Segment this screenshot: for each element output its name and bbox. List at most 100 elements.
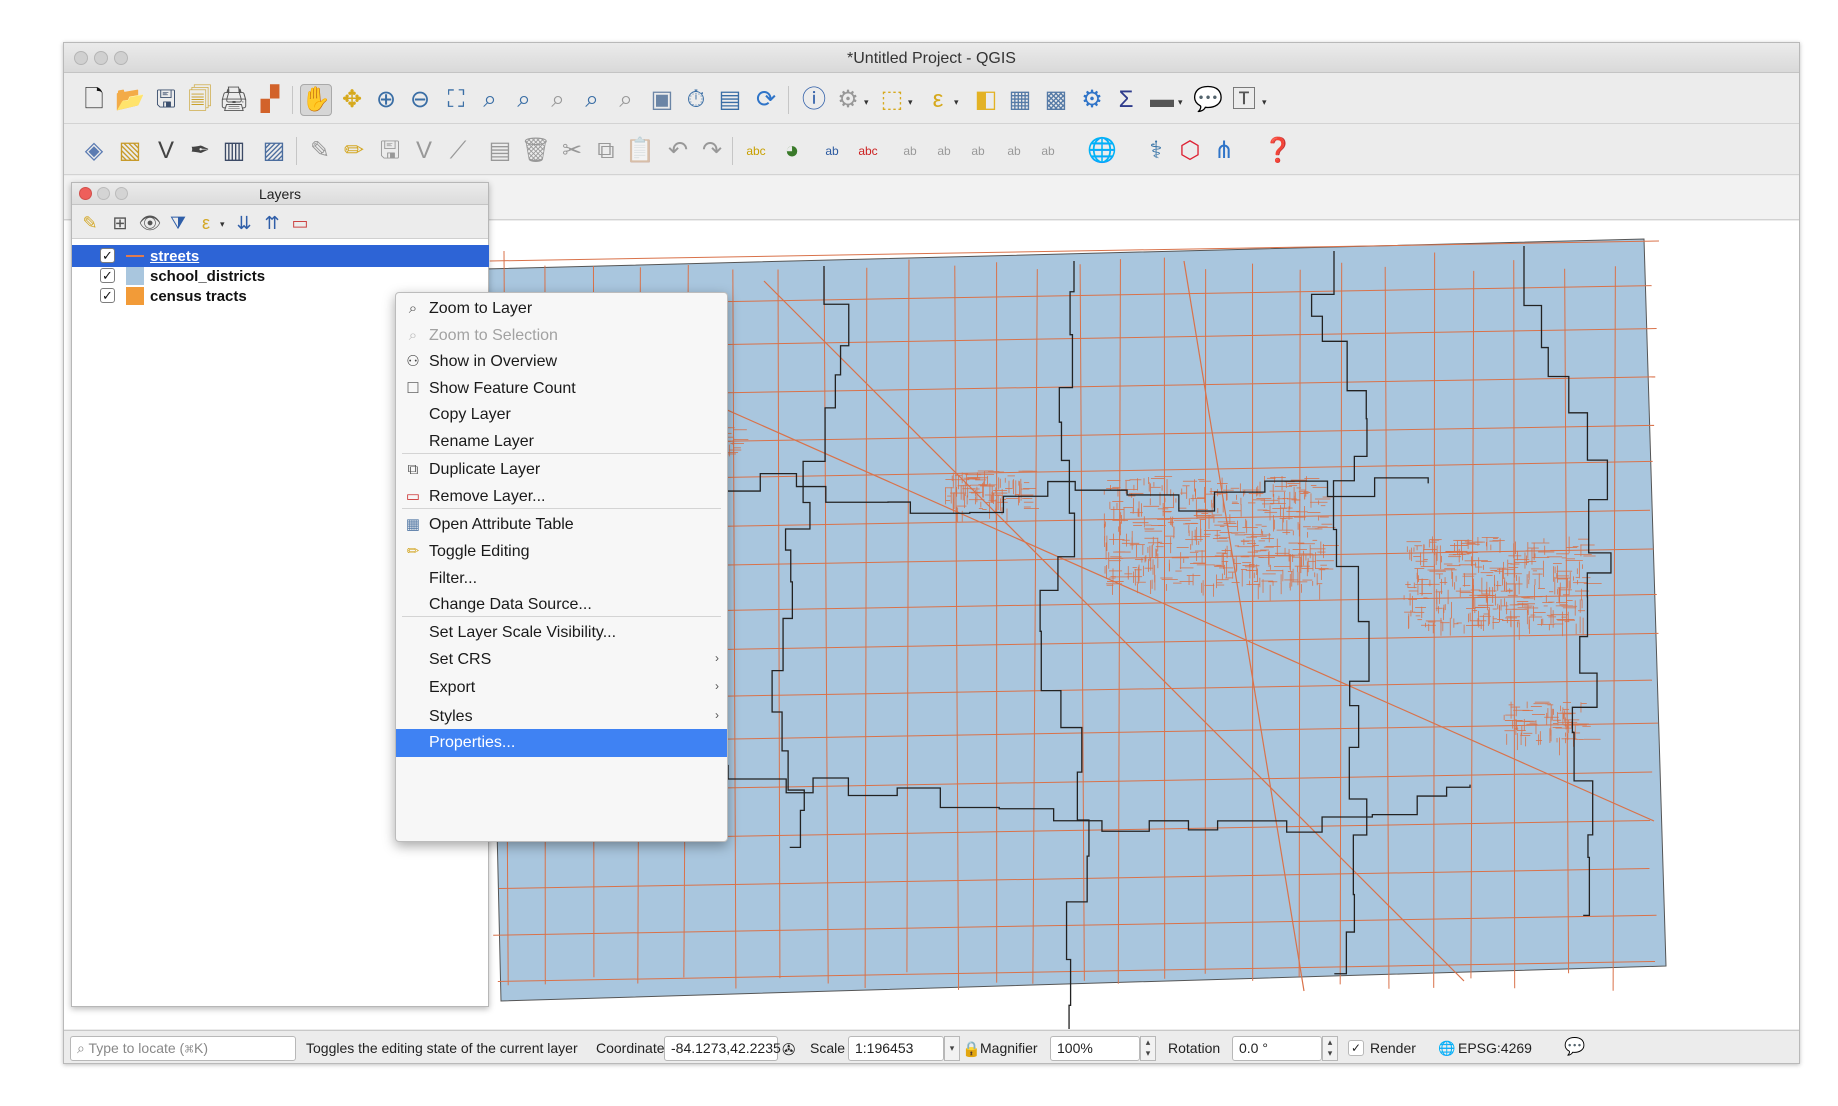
crs-globe-icon[interactable]: 🌐 [1438, 1040, 1455, 1057]
render-checkbox[interactable]: ✓ [1348, 1040, 1364, 1056]
highlight-labels-icon[interactable]: ab [816, 135, 848, 167]
style-manager-icon[interactable]: ▞ [254, 84, 286, 116]
filter-expression-icon[interactable]: ε [194, 211, 218, 235]
chevron-down-icon[interactable]: ▾ [864, 97, 874, 107]
layer-visibility-checkbox[interactable]: ✓ [100, 248, 115, 263]
save-as-icon[interactable]: 🗐 [184, 84, 216, 116]
zoom-native-icon[interactable]: ⌕ [542, 84, 574, 116]
layer-visibility-checkbox[interactable]: ✓ [100, 288, 115, 303]
filter-legend-icon[interactable]: ⧩ [166, 211, 190, 235]
label-tool-icon[interactable]: abc [740, 135, 772, 167]
crs-label[interactable]: EPSG:4269 [1458, 1040, 1532, 1056]
statistics-icon[interactable]: Σ [1110, 84, 1142, 116]
rotate-label-icon[interactable]: ab [962, 135, 994, 167]
menu-item-remove-layer[interactable]: ▭ Remove Layer... [396, 483, 727, 511]
close-panel-button[interactable] [79, 187, 92, 200]
actions-icon[interactable]: ⚙ [832, 84, 864, 116]
map-tips-icon[interactable]: 💬 [1192, 84, 1224, 116]
remove-layer-icon[interactable]: ▭ [288, 211, 312, 235]
processing-icon[interactable]: ⚙ [1076, 84, 1108, 116]
collapse-all-icon[interactable]: ⇈ [260, 211, 284, 235]
pan-to-selection-icon[interactable]: ✥ [336, 84, 368, 116]
magnifier-field[interactable]: 100% [1050, 1036, 1140, 1061]
scale-dropdown-icon[interactable]: ▾ [944, 1036, 960, 1061]
chevron-down-icon[interactable]: ▾ [954, 97, 964, 107]
menu-item-show-in-overview[interactable]: ⚇ Show in Overview [396, 348, 727, 376]
add-raster-layer-icon[interactable]: ▧ [114, 135, 146, 167]
zoom-in-icon[interactable]: ⊕ [370, 84, 402, 116]
chevron-down-icon[interactable]: ▾ [1178, 97, 1188, 107]
rotation-stepper[interactable]: ▴ ▾ [1322, 1036, 1338, 1061]
identify-icon[interactable]: ⓘ [798, 84, 830, 116]
menu-item-styles[interactable]: Styles › [396, 703, 727, 731]
zoom-out-icon[interactable]: ⊖ [404, 84, 436, 116]
diagram-tool-icon[interactable]: ◕ [776, 135, 808, 167]
zoom-to-layer-icon[interactable]: ⌕ [508, 84, 540, 116]
menu-item-export[interactable]: Export › [396, 674, 727, 702]
coordinate-field[interactable]: -84.1273,42.2235 [664, 1036, 781, 1061]
virtual-layer-icon[interactable]: ▥ [218, 135, 250, 167]
data-source-manager-icon[interactable]: ▨ [258, 135, 290, 167]
chevron-down-icon[interactable]: ▾ [220, 219, 230, 229]
redo-icon[interactable]: ↷ [696, 135, 728, 167]
zoom-to-selection-icon[interactable]: ⌕ [474, 84, 506, 116]
field-calculator-icon[interactable]: ▩ [1040, 84, 1072, 116]
layer-row[interactable]: ✓ streets [72, 245, 489, 267]
paste-features-icon[interactable]: 📋 [624, 135, 656, 167]
python-console-icon[interactable]: ⚕ [1140, 135, 1172, 167]
undo-icon[interactable]: ↶ [662, 135, 694, 167]
add-vector-layer-icon[interactable]: ◈ [78, 135, 110, 167]
copy-features-icon[interactable]: ⧉ [590, 135, 622, 167]
lock-icon[interactable]: 🔒 [962, 1040, 981, 1058]
chevron-down-icon[interactable]: ▾ [1262, 97, 1272, 107]
add-spatialite-icon[interactable]: ✒ [184, 135, 216, 167]
bookmark-icon[interactable]: ▤ [714, 84, 746, 116]
pan-icon[interactable]: ✋ [300, 84, 332, 116]
modify-attributes-icon[interactable]: ▤ [484, 135, 516, 167]
scale-field[interactable]: 1:196453 [848, 1036, 944, 1061]
select-icon[interactable]: ⬚ [876, 84, 908, 116]
zoom-next-icon[interactable]: ⌕ [610, 84, 642, 116]
zoom-panel-button[interactable] [115, 187, 128, 200]
select-value-icon[interactable]: ε [922, 84, 954, 116]
menu-item-set-crs[interactable]: Set CRS › [396, 646, 727, 674]
menu-item-filter[interactable]: Filter... [396, 565, 727, 593]
change-label-icon[interactable]: ab [998, 135, 1030, 167]
rotation-field[interactable]: 0.0 ° [1232, 1036, 1322, 1061]
messages-icon[interactable]: 💬 [1564, 1037, 1585, 1057]
layer-visibility-checkbox[interactable]: ✓ [100, 268, 115, 283]
temporal-controller-icon[interactable]: ⏱ [680, 84, 712, 116]
manage-visibility-icon[interactable]: 👁 [138, 211, 162, 235]
locate-search-box[interactable]: ⌕ Type to locate (⌘K) [70, 1036, 296, 1061]
add-delimited-text-icon[interactable]: V [150, 135, 182, 167]
new-project-icon[interactable]: 🗋 [78, 84, 110, 116]
zoom-last-icon[interactable]: ⌕ [576, 84, 608, 116]
menu-item-set-layer-scale-visibility[interactable]: Set Layer Scale Visibility... [396, 619, 727, 647]
deselect-icon[interactable]: ◧ [970, 84, 1002, 116]
current-edits-icon[interactable]: ✎ [304, 135, 336, 167]
expand-all-icon[interactable]: ⇊ [232, 211, 256, 235]
measure-icon[interactable]: ▬ [1146, 84, 1178, 116]
print-layout-icon[interactable]: 🖨 [218, 84, 250, 116]
magnifier-stepper[interactable]: ▴ ▾ [1140, 1036, 1156, 1061]
cut-features-icon[interactable]: ✂ [556, 135, 588, 167]
minimize-panel-button[interactable] [97, 187, 110, 200]
move-label-icon[interactable]: ab [928, 135, 960, 167]
label-properties-icon[interactable]: ab [1032, 135, 1064, 167]
pin-labels-icon[interactable]: abc [852, 135, 884, 167]
menu-item-open-attribute-table[interactable]: ▦ Open Attribute Table [396, 511, 727, 539]
geometry-checker-icon[interactable]: ⬡ [1174, 135, 1206, 167]
graph-plugin-icon[interactable]: ⋔ [1208, 135, 1240, 167]
zoom-full-icon[interactable]: ⛶ [440, 84, 472, 116]
menu-item-zoom-to-selection[interactable]: ⌕ Zoom to Selection [396, 322, 727, 350]
menu-item-rename-layer[interactable]: Rename Layer [396, 428, 727, 456]
coordinate-toggle-icon[interactable]: ✇ [782, 1040, 795, 1060]
menu-item-properties[interactable]: Properties... [396, 729, 727, 757]
save-edits-icon[interactable]: 🖫 [374, 135, 406, 167]
help-icon[interactable]: ❓ [1262, 135, 1294, 167]
toggle-editing-icon[interactable]: ✏ [338, 135, 370, 167]
menu-item-change-data-source[interactable]: Change Data Source... [396, 591, 727, 619]
vertex-tool-icon[interactable]: ⟋ [442, 135, 474, 167]
style-panel-icon[interactable]: ✎ [78, 211, 102, 235]
menu-item-duplicate-layer[interactable]: ⧉ Duplicate Layer [396, 456, 727, 484]
